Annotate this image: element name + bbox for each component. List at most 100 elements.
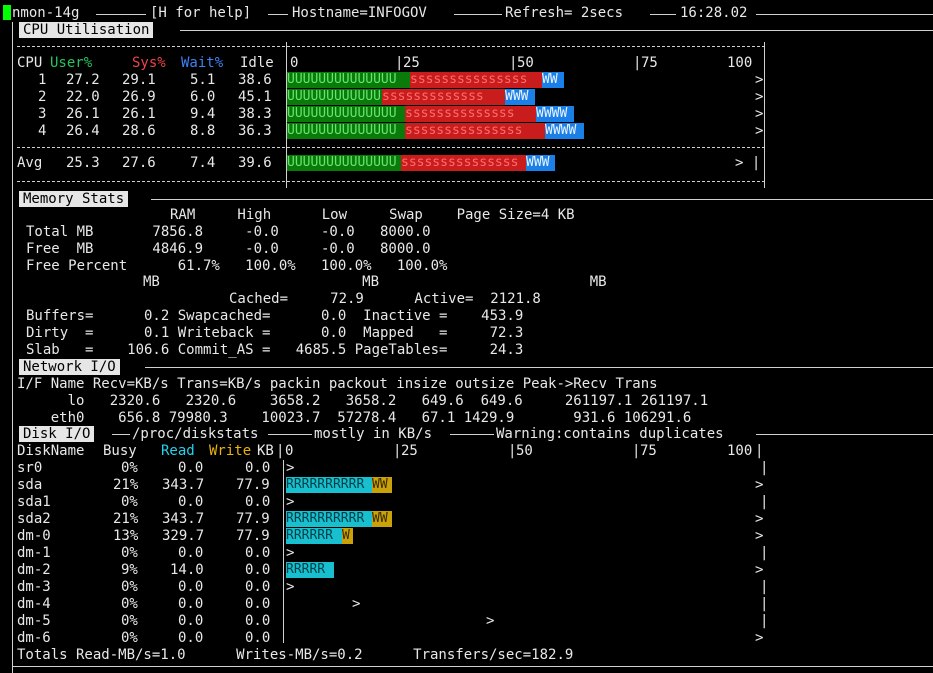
disk-name: dm-1 — [17, 545, 51, 561]
disk-read: 0.0 — [178, 579, 204, 595]
disk-busy: 0% — [121, 494, 138, 510]
cpu-idle: 38.3 — [238, 106, 272, 122]
disk-busy: 0% — [121, 630, 138, 646]
disk-write: 0.0 — [245, 630, 271, 646]
refresh-rate: Refresh= 2secs — [505, 5, 624, 21]
cpu-idle: 36.3 — [238, 123, 272, 139]
disk-write: 0.0 — [245, 494, 271, 510]
cpu-col-header: CPU — [17, 55, 43, 71]
row-end-marker: > — [755, 528, 764, 544]
kb-col-header: KB — [257, 443, 274, 459]
disk-busy: 9% — [121, 562, 138, 578]
scale-25: 25 — [403, 55, 420, 71]
disk-marker: > — [286, 460, 295, 476]
user-bar: UUUUUUUUUUUUUU — [287, 155, 401, 171]
memory-mb-units: MB MB MB — [143, 274, 607, 290]
cpu-sys: 29.1 — [122, 72, 156, 88]
disk-read: 329.7 — [162, 528, 205, 544]
disk-write: 77.9 — [236, 528, 270, 544]
disk-write: 0.0 — [245, 545, 271, 561]
row-end-marker: | — [760, 460, 769, 476]
disk-write: 0.0 — [245, 562, 271, 578]
row-end-marker: > — [755, 123, 764, 139]
help-hint[interactable]: [H for help] — [150, 5, 251, 21]
row-end-marker: | — [760, 579, 769, 595]
wait-bar: WWW — [505, 89, 535, 105]
disk-units: mostly in KB/s — [314, 426, 433, 442]
wait-col-header: Wait% — [181, 55, 224, 71]
disk-name: dm-6 — [17, 630, 51, 646]
memory-header: RAM High Low Swap Page Size=4 KB — [170, 207, 575, 223]
network-row-eth0: eth0 656.8 79980.3 10023.7 57278.4 67.1 … — [17, 410, 692, 426]
disk-busy: 0% — [121, 596, 138, 612]
cpu-id: Avg — [17, 155, 43, 171]
write-bar: W — [342, 528, 353, 544]
terminal-cursor — [3, 5, 11, 20]
disk-name: sda1 — [17, 494, 51, 510]
network-row-lo: lo 2320.6 2320.6 3658.2 3658.2 649.6 649… — [17, 393, 709, 409]
scale-100: 100 — [727, 55, 753, 71]
cpu-sys: 26.1 — [122, 106, 156, 122]
write-bar: WW — [372, 511, 392, 527]
user-bar: UUUUUUUUUUUUUU — [287, 123, 405, 139]
user-bar: UUUUUUUUUUUU — [287, 89, 382, 105]
network-header: I/F Name Recv=KB/s Trans=KB/s packin pac… — [17, 376, 658, 392]
disk-write: 0.0 — [245, 596, 271, 612]
cpu-wait: 7.4 — [190, 155, 216, 171]
scale-50: 50 — [516, 443, 533, 459]
disk-marker: > — [352, 596, 361, 612]
wait-bar: WW — [542, 72, 564, 88]
disk-marker: > — [286, 494, 295, 510]
disk-name: sda — [17, 477, 43, 493]
write-bar: WW — [372, 477, 392, 493]
scale-0: 0 — [290, 55, 299, 71]
disk-section-title: Disk I/O — [19, 426, 95, 442]
scale-100: 100 — [727, 443, 753, 459]
disk-write: 0.0 — [245, 460, 271, 476]
disk-read: 0.0 — [178, 596, 204, 612]
read-bar: RRRRRRRRRR — [286, 511, 372, 527]
row-end-marker: > — [755, 511, 764, 527]
wait-bar: WWW — [526, 155, 555, 171]
diskname-col-header: DiskName — [17, 443, 85, 459]
disk-read: 0.0 — [178, 460, 204, 476]
disk-write: 77.9 — [236, 511, 270, 527]
memory-dirty: Dirty = 0.1 Writeback = 0.0 Mapped = 72.… — [26, 325, 524, 341]
clock-time: 16:28.02 — [680, 5, 748, 21]
cpu-idle: 45.1 — [238, 89, 272, 105]
sys-bar: sssssssssssssss — [410, 72, 542, 88]
disk-read: 343.7 — [162, 477, 205, 493]
sys-bar: ssssssssssssss — [405, 106, 536, 122]
cpu-user: 26.4 — [66, 123, 100, 139]
cpu-sys: 26.9 — [122, 89, 156, 105]
disk-busy: 21% — [113, 477, 139, 493]
cpu-id: 1 — [38, 72, 47, 88]
disk-totals: Totals Read-MB/s=1.0 Writes-MB/s=0.2 Tra… — [17, 647, 574, 663]
disk-name: dm-5 — [17, 613, 51, 629]
row-end-marker: | — [760, 596, 769, 612]
cpu-wait: 8.8 — [190, 123, 216, 139]
row-end-marker: > — [755, 630, 764, 646]
app-name: nmon-14g — [12, 5, 80, 21]
disk-busy: 0% — [121, 613, 138, 629]
wait-bar: WWWW — [536, 106, 574, 122]
row-end-marker: > | — [735, 155, 761, 171]
disk-warning: Warning:contains duplicates — [496, 426, 724, 442]
disk-name: dm-4 — [17, 596, 51, 612]
disk-marker: > — [486, 613, 495, 629]
row-end-marker: > — [755, 89, 764, 105]
read-bar: RRRRR — [286, 562, 334, 578]
write-col-header: Write — [209, 443, 252, 459]
row-end-marker: > — [755, 562, 764, 578]
memory-section-title: Memory Stats — [19, 191, 129, 207]
disk-name: dm-0 — [17, 528, 51, 544]
cpu-wait: 6.0 — [190, 89, 216, 105]
disk-name: dm-2 — [17, 562, 51, 578]
disk-read: 0.0 — [178, 545, 204, 561]
user-col-header: User% — [50, 55, 93, 71]
network-section-title: Network I/O — [19, 359, 120, 375]
sys-bar: sssssssssssssss — [405, 123, 545, 139]
scale-25: 25 — [401, 443, 418, 459]
memory-total: Total MB 7856.8 -0.0 -0.0 8000.0 — [26, 224, 431, 240]
hostname: Hostname=INFOGOV — [292, 5, 427, 21]
